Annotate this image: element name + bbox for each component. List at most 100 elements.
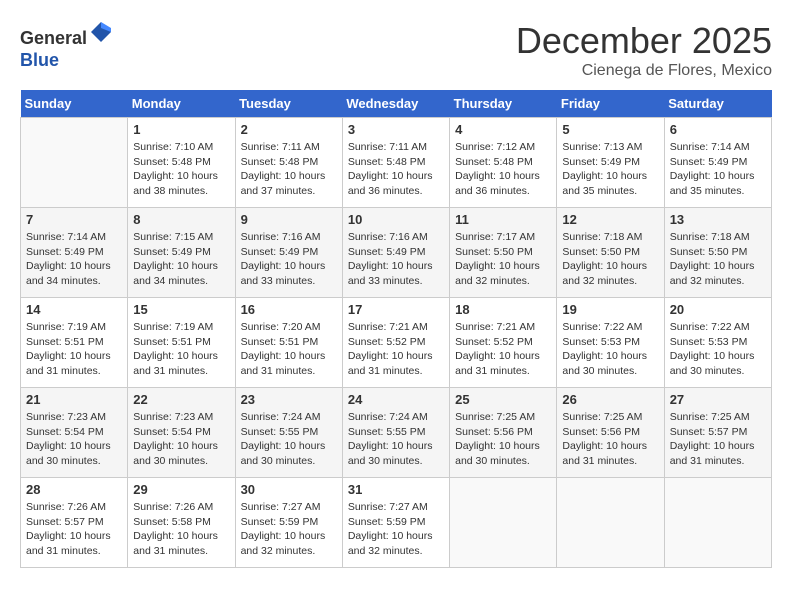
day-info: Sunrise: 7:11 AM Sunset: 5:48 PM Dayligh… — [348, 140, 444, 199]
week-row-4: 21 Sunrise: 7:23 AM Sunset: 5:54 PM Dayli… — [21, 388, 772, 478]
day-info: Sunrise: 7:27 AM Sunset: 5:59 PM Dayligh… — [241, 500, 337, 559]
header-sunday: Sunday — [21, 90, 128, 118]
header-monday: Monday — [128, 90, 235, 118]
day-number: 30 — [241, 482, 337, 497]
calendar-cell: 8Sunrise: 7:15 AM Sunset: 5:49 PM Daylig… — [128, 208, 235, 298]
page-header: General Blue December 2025 Cienega de Fl… — [20, 20, 772, 80]
day-number: 25 — [455, 392, 551, 407]
header-thursday: Thursday — [450, 90, 557, 118]
header-tuesday: Tuesday — [235, 90, 342, 118]
calendar-cell: 18 Sunrise: 7:21 AM Sunset: 5:52 PM Dayli… — [450, 298, 557, 388]
calendar-cell: 7 Sunrise: 7:14 AM Sunset: 5:49 PM Daylig… — [21, 208, 128, 298]
day-number: 10 — [348, 212, 444, 227]
day-number: 31 — [348, 482, 444, 497]
day-number: 24 — [348, 392, 444, 407]
calendar-cell: 3 Sunrise: 7:11 AM Sunset: 5:48 PM Daylig… — [342, 118, 449, 208]
day-info: Sunrise: 7:15 AM Sunset: 5:49 PM Dayligh… — [133, 230, 229, 289]
day-number: 11 — [455, 212, 551, 227]
calendar-cell: 29Sunrise: 7:26 AM Sunset: 5:58 PM Dayli… — [128, 478, 235, 568]
day-info: Sunrise: 7:26 AM Sunset: 5:58 PM Dayligh… — [133, 500, 229, 559]
day-info: Sunrise: 7:22 AM Sunset: 5:53 PM Dayligh… — [562, 320, 658, 379]
day-number: 28 — [26, 482, 122, 497]
calendar-cell: 24 Sunrise: 7:24 AM Sunset: 5:55 PM Dayli… — [342, 388, 449, 478]
day-info: Sunrise: 7:17 AM Sunset: 5:50 PM Dayligh… — [455, 230, 551, 289]
day-info: Sunrise: 7:21 AM Sunset: 5:52 PM Dayligh… — [455, 320, 551, 379]
calendar-cell: 30 Sunrise: 7:27 AM Sunset: 5:59 PM Dayli… — [235, 478, 342, 568]
day-info: Sunrise: 7:12 AM Sunset: 5:48 PM Dayligh… — [455, 140, 551, 199]
header-saturday: Saturday — [664, 90, 771, 118]
day-number: 17 — [348, 302, 444, 317]
week-row-2: 7 Sunrise: 7:14 AM Sunset: 5:49 PM Daylig… — [21, 208, 772, 298]
calendar-cell: 16 Sunrise: 7:20 AM Sunset: 5:51 PM Dayli… — [235, 298, 342, 388]
day-info: Sunrise: 7:13 AM Sunset: 5:49 PM Dayligh… — [562, 140, 658, 199]
day-number: 14 — [26, 302, 122, 317]
day-info: Sunrise: 7:19 AM Sunset: 5:51 PM Dayligh… — [133, 320, 229, 379]
day-info: Sunrise: 7:18 AM Sunset: 5:50 PM Dayligh… — [670, 230, 766, 289]
logo-icon — [89, 20, 113, 44]
calendar-cell: 17Sunrise: 7:21 AM Sunset: 5:52 PM Dayli… — [342, 298, 449, 388]
day-info: Sunrise: 7:19 AM Sunset: 5:51 PM Dayligh… — [26, 320, 122, 379]
header-wednesday: Wednesday — [342, 90, 449, 118]
day-info: Sunrise: 7:16 AM Sunset: 5:49 PM Dayligh… — [241, 230, 337, 289]
day-info: Sunrise: 7:14 AM Sunset: 5:49 PM Dayligh… — [670, 140, 766, 199]
day-number: 2 — [241, 122, 337, 137]
logo-general: General — [20, 28, 87, 48]
day-number: 22 — [133, 392, 229, 407]
calendar-cell — [21, 118, 128, 208]
day-info: Sunrise: 7:16 AM Sunset: 5:49 PM Dayligh… — [348, 230, 444, 289]
day-info: Sunrise: 7:23 AM Sunset: 5:54 PM Dayligh… — [133, 410, 229, 469]
day-number: 20 — [670, 302, 766, 317]
day-info: Sunrise: 7:18 AM Sunset: 5:50 PM Dayligh… — [562, 230, 658, 289]
month-title: December 2025 — [516, 20, 772, 62]
calendar-cell: 31 Sunrise: 7:27 AM Sunset: 5:59 PM Dayli… — [342, 478, 449, 568]
calendar-cell: 22 Sunrise: 7:23 AM Sunset: 5:54 PM Dayli… — [128, 388, 235, 478]
day-number: 18 — [455, 302, 551, 317]
day-number: 7 — [26, 212, 122, 227]
day-info: Sunrise: 7:26 AM Sunset: 5:57 PM Dayligh… — [26, 500, 122, 559]
calendar-cell: 27Sunrise: 7:25 AM Sunset: 5:57 PM Dayli… — [664, 388, 771, 478]
day-number: 12 — [562, 212, 658, 227]
day-number: 21 — [26, 392, 122, 407]
calendar-table: SundayMondayTuesdayWednesdayThursdayFrid… — [20, 90, 772, 568]
day-number: 13 — [670, 212, 766, 227]
calendar-cell: 28 Sunrise: 7:26 AM Sunset: 5:57 PM Dayli… — [21, 478, 128, 568]
day-info: Sunrise: 7:25 AM Sunset: 5:56 PM Dayligh… — [455, 410, 551, 469]
week-row-1: 1Sunrise: 7:10 AM Sunset: 5:48 PM Daylig… — [21, 118, 772, 208]
location: Cienega de Flores, Mexico — [516, 62, 772, 80]
calendar-cell — [557, 478, 664, 568]
calendar-cell: 21 Sunrise: 7:23 AM Sunset: 5:54 PM Dayli… — [21, 388, 128, 478]
calendar-cell: 15 Sunrise: 7:19 AM Sunset: 5:51 PM Dayli… — [128, 298, 235, 388]
day-info: Sunrise: 7:24 AM Sunset: 5:55 PM Dayligh… — [348, 410, 444, 469]
day-info: Sunrise: 7:27 AM Sunset: 5:59 PM Dayligh… — [348, 500, 444, 559]
logo: General Blue — [20, 20, 113, 71]
calendar-cell: 11 Sunrise: 7:17 AM Sunset: 5:50 PM Dayli… — [450, 208, 557, 298]
week-row-3: 14 Sunrise: 7:19 AM Sunset: 5:51 PM Dayli… — [21, 298, 772, 388]
day-number: 9 — [241, 212, 337, 227]
day-number: 23 — [241, 392, 337, 407]
calendar-cell: 9 Sunrise: 7:16 AM Sunset: 5:49 PM Daylig… — [235, 208, 342, 298]
day-info: Sunrise: 7:22 AM Sunset: 5:53 PM Dayligh… — [670, 320, 766, 379]
day-number: 16 — [241, 302, 337, 317]
calendar-cell: 26Sunrise: 7:25 AM Sunset: 5:56 PM Dayli… — [557, 388, 664, 478]
day-info: Sunrise: 7:25 AM Sunset: 5:56 PM Dayligh… — [562, 410, 658, 469]
calendar-header-row: SundayMondayTuesdayWednesdayThursdayFrid… — [21, 90, 772, 118]
day-number: 19 — [562, 302, 658, 317]
week-row-5: 28 Sunrise: 7:26 AM Sunset: 5:57 PM Dayli… — [21, 478, 772, 568]
day-info: Sunrise: 7:23 AM Sunset: 5:54 PM Dayligh… — [26, 410, 122, 469]
calendar-cell: 23 Sunrise: 7:24 AM Sunset: 5:55 PM Dayli… — [235, 388, 342, 478]
day-number: 6 — [670, 122, 766, 137]
day-info: Sunrise: 7:24 AM Sunset: 5:55 PM Dayligh… — [241, 410, 337, 469]
calendar-cell: 4Sunrise: 7:12 AM Sunset: 5:48 PM Daylig… — [450, 118, 557, 208]
day-number: 3 — [348, 122, 444, 137]
day-number: 27 — [670, 392, 766, 407]
calendar-cell: 14 Sunrise: 7:19 AM Sunset: 5:51 PM Dayli… — [21, 298, 128, 388]
header-friday: Friday — [557, 90, 664, 118]
calendar-cell: 1Sunrise: 7:10 AM Sunset: 5:48 PM Daylig… — [128, 118, 235, 208]
day-info: Sunrise: 7:20 AM Sunset: 5:51 PM Dayligh… — [241, 320, 337, 379]
calendar-cell: 13 Sunrise: 7:18 AM Sunset: 5:50 PM Dayli… — [664, 208, 771, 298]
day-number: 15 — [133, 302, 229, 317]
calendar-cell — [664, 478, 771, 568]
day-info: Sunrise: 7:11 AM Sunset: 5:48 PM Dayligh… — [241, 140, 337, 199]
calendar-cell: 25 Sunrise: 7:25 AM Sunset: 5:56 PM Dayli… — [450, 388, 557, 478]
day-info: Sunrise: 7:14 AM Sunset: 5:49 PM Dayligh… — [26, 230, 122, 289]
